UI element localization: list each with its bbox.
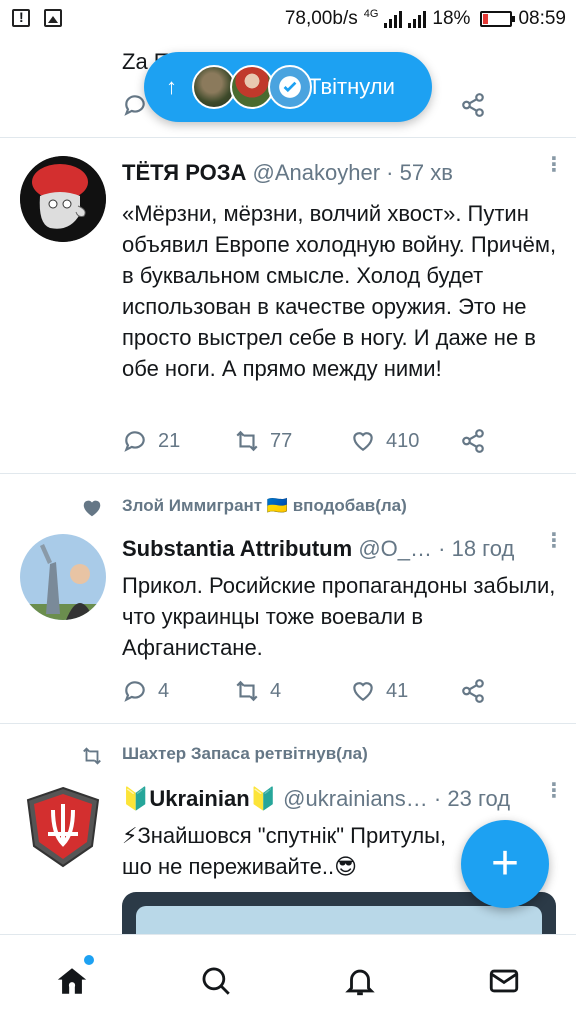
network-speed: 78,00b/s [284,8,358,29]
battery-percent: 18% [432,8,471,29]
reply-button[interactable] [122,92,148,118]
signal-icon [384,10,403,28]
like-button[interactable]: 410 [350,428,419,454]
reply-count: 21 [158,429,181,452]
avatar[interactable] [20,156,106,242]
reply-icon [124,95,145,116]
signal-icon-2 [408,10,427,28]
reply-icon [124,431,145,452]
share-icon [462,429,484,453]
tweet-time: 18 год [451,536,515,561]
heart-icon [353,682,373,701]
heart-filled-icon [80,496,104,520]
share-button[interactable] [460,428,486,454]
retweet-icon [236,430,258,452]
author-name[interactable]: 🔰Ukrainian🔰 [122,786,277,811]
more-options-icon[interactable]: ⋮ [544,781,564,801]
tweet-text: «Мёрзни, мёрзни, волчий хвост». Путин об… [122,201,557,381]
tweet[interactable]: Злой Иммигрант 🇺🇦 вподобав(ла) Substanti… [0,474,576,724]
nav-search[interactable] [196,961,236,1001]
heart-icon [353,432,373,451]
nav-home[interactable] [52,955,94,1001]
image-icon [44,9,62,27]
nav-notifications[interactable] [340,961,380,1001]
notification-dot [84,955,94,965]
retweet-count: 4 [270,679,282,702]
share-button[interactable] [460,92,486,118]
share-icon [462,93,484,117]
author-handle[interactable]: @ukrainians… [283,786,428,811]
more-options-icon[interactable]: ⋮ [544,531,564,551]
retweet-icon [80,744,104,768]
nav-messages[interactable] [484,961,524,1001]
tweet-text: Прикол. Росийские пропагандоны забыли, ч… [122,573,556,660]
search-icon [202,967,230,995]
tweet-header: 🔰Ukrainian🔰 @ukrainians… · 23 год [122,786,536,812]
verified-icon [279,76,301,98]
network-type: 4G [363,8,379,20]
avatar[interactable] [20,784,106,870]
tweet-actions: 21 77 410 [122,428,502,458]
share-icon [462,679,484,703]
compose-tweet-button[interactable]: + [461,820,549,908]
tweet-text: ⚡Знайшовся "спутнік" Притулы, шо не пере… [122,823,447,879]
like-button[interactable]: 41 [350,678,408,704]
avatar[interactable] [20,534,106,620]
retweet-icon [236,680,258,702]
tweet[interactable]: ТЁТЯ РОЗА @Anakoyher · 57 хв ⋮ «Мёрзни, … [0,138,576,474]
tweet-time: 23 год [447,786,511,811]
separator: · [386,160,394,185]
retweet-count: 77 [270,429,293,452]
new-tweets-pill[interactable]: ↑ Твітнули [144,52,432,122]
battery-icon [480,11,516,27]
social-context[interactable]: Шахтер Запаса ретвітнув(ла) [122,744,368,764]
notifications-icon [345,969,375,996]
separator: · [438,536,446,561]
share-button[interactable] [460,678,486,704]
like-count: 410 [386,429,420,452]
clock: 08:59 [518,8,566,29]
bottom-navigation [0,934,576,1024]
arrow-up-icon: ↑ [166,74,177,99]
tweet-header: ТЁТЯ РОЗА @Anakoyher · 57 хв [122,160,536,186]
tweet-header: Substantia Attributum @О_… · 18 год [122,536,536,562]
separator: · [433,786,442,811]
reply-button[interactable]: 4 [122,678,169,704]
social-context[interactable]: Злой Иммигрант 🇺🇦 вподобав(ла) [122,496,407,516]
plus-icon: + [490,837,520,890]
more-options-icon[interactable]: ⋮ [544,155,564,175]
pill-label: Твітнули [308,74,395,99]
reply-button[interactable]: 21 [122,428,180,454]
pill-avatar-3 [268,65,312,109]
like-count: 41 [386,679,409,702]
reply-count: 4 [158,679,170,702]
author-handle[interactable]: @Anakoyher [253,160,381,185]
retweet-button[interactable]: 77 [234,428,292,454]
retweet-button[interactable]: 4 [234,678,281,704]
tweet-actions: 4 4 41 [122,678,502,708]
messages-icon [489,969,519,993]
author-name[interactable]: ТЁТЯ РОЗА [122,160,246,185]
tweet-time: 57 хв [399,160,453,185]
reply-icon [124,681,145,702]
alert-icon [12,9,30,27]
author-name[interactable]: Substantia Attributum [122,536,352,561]
author-handle[interactable]: @О_… [358,536,432,561]
status-bar: 78,00b/s 4G 18% 08:59 [0,0,576,38]
home-icon [57,968,87,994]
